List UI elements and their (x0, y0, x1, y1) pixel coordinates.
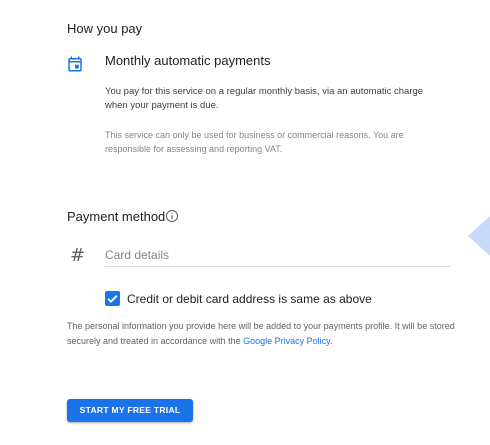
card-details-input[interactable] (105, 244, 450, 267)
start-free-trial-button[interactable]: START MY FREE TRIAL (67, 399, 193, 422)
check-icon (107, 295, 118, 303)
plan-title: Monthly automatic payments (105, 53, 271, 68)
payment-method-title: Payment method (67, 209, 166, 224)
calendar-icon (66, 55, 84, 73)
same-address-label[interactable]: Credit or debit card address is same as … (127, 292, 372, 306)
how-you-pay-title: How you pay (67, 21, 143, 36)
privacy-policy-link[interactable]: Google Privacy Policy (243, 336, 330, 346)
privacy-note: The personal information you provide her… (67, 319, 467, 349)
same-address-checkbox[interactable] (105, 291, 120, 306)
privacy-note-end: . (329, 336, 333, 346)
info-icon[interactable] (165, 209, 179, 223)
plan-description: You pay for this service on a regular mo… (105, 86, 424, 111)
plan-note: This service can only be used for busine… (105, 130, 404, 154)
side-panel-arrow-icon[interactable] (468, 216, 490, 256)
hash-icon: # (70, 245, 86, 266)
